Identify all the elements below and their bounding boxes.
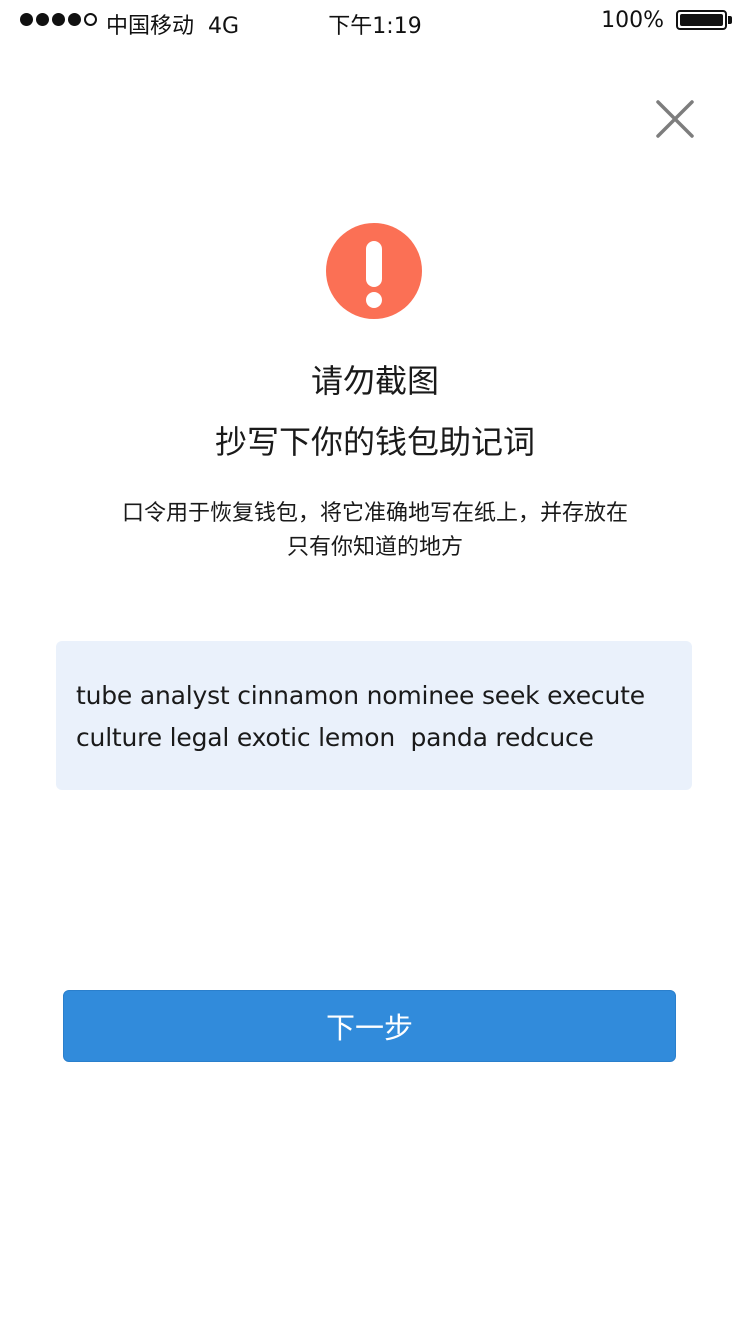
status-bar: 中国移动 4G 下午1:19 100% xyxy=(0,0,750,40)
description-line-2: 只有你知道的地方 xyxy=(286,535,463,560)
mnemonic-phrase-box: tube analyst cinnamon nominee seek execu… xyxy=(56,641,692,790)
backup-mnemonic-screen: 中国移动 4G 下午1:19 100% 请勿截图 抄写下你的钱包助记词 口令用于… xyxy=(0,0,750,1334)
battery-percentage: 100% xyxy=(601,8,664,33)
mnemonic-line-1: tube analyst cinnamon nominee seek execu… xyxy=(76,681,645,710)
close-button[interactable] xyxy=(648,92,702,146)
close-icon xyxy=(656,100,694,138)
description-line-1: 口令用于恢复钱包，将它准确地写在纸上，并存放在 xyxy=(121,501,628,526)
exclamation-circle-icon xyxy=(326,223,422,319)
battery-full-icon xyxy=(676,10,732,30)
next-step-button[interactable]: 下一步 xyxy=(63,990,676,1062)
page-title: 请勿截图 xyxy=(310,362,439,400)
mnemonic-line-2: culture legal exotic lemon panda redcuce xyxy=(76,723,594,752)
page-subtitle: 抄写下你的钱包助记词 xyxy=(214,423,535,461)
